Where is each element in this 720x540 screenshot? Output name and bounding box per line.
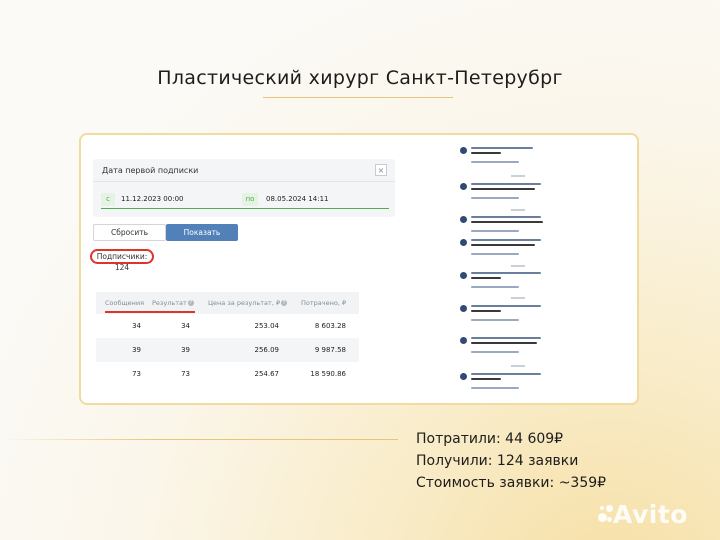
show-button[interactable]: Показать	[166, 224, 238, 241]
table-row: 39 39 256.09 9 987.58	[96, 338, 359, 362]
date-range-field[interactable]: с 11.12.2023 00:00 по 08.05.2024 14:11	[101, 193, 389, 209]
table-cell: 34	[181, 322, 190, 330]
date-from-label: с	[101, 193, 115, 206]
table-row: 73 73 254.67 18 590.86	[96, 362, 359, 386]
close-icon[interactable]: ×	[375, 164, 387, 176]
stat-received: Получили: 124 заявки	[416, 453, 579, 469]
stat-spent: Потратили: 44 609₽	[416, 431, 564, 447]
avatar	[460, 239, 467, 246]
table-cell: 39	[132, 346, 141, 354]
stat-cost: Стоимость заявки: ~359₽	[416, 475, 607, 491]
avatar	[460, 373, 467, 380]
help-icon[interactable]: ?	[281, 300, 288, 306]
stats-block: Потратили: 44 609₽ Получили: 124 заявки …	[416, 428, 606, 494]
table-cell: 34	[132, 322, 141, 330]
table-cell: 39	[181, 346, 190, 354]
column-header-result: Результат?	[152, 299, 194, 307]
table-cell: 254.67	[254, 370, 280, 378]
avatar	[460, 272, 467, 279]
avatar	[460, 216, 467, 223]
chat-screenshot	[455, 141, 583, 397]
result-underline	[105, 311, 195, 313]
avatar	[460, 183, 467, 190]
column-header-spent: Потрачено, ₽	[301, 299, 347, 307]
page-title: Пластический хирург Санкт-Петерубрг	[157, 67, 563, 89]
table-cell: 256.09	[254, 346, 280, 354]
table-cell: 253.04	[254, 322, 280, 330]
filter-header: Дата первой подписки ×	[93, 159, 395, 182]
table-cell: 73	[181, 370, 190, 378]
date-to-label: по	[242, 193, 258, 206]
table-row: 34 34 253.04 8 603.28	[96, 314, 359, 338]
table-cell: 8 603.28	[314, 322, 346, 330]
table-cell: 9 987.58	[314, 346, 346, 354]
column-header-cost-per-result: Цена за результат, ₽?	[208, 299, 288, 307]
date-to-value[interactable]: 08.05.2024 14:11	[266, 193, 328, 206]
column-header-messages: Сообщения	[105, 299, 145, 307]
filter-title: Дата первой подписки	[102, 166, 199, 175]
bottom-divider	[0, 439, 398, 440]
avito-watermark: Avito	[613, 500, 688, 529]
results-table: Сообщения Результат? Цена за результат, …	[96, 292, 359, 386]
reset-button[interactable]: Сбросить	[93, 224, 166, 241]
title-divider	[263, 97, 453, 98]
avatar	[460, 337, 467, 344]
help-icon[interactable]: ?	[187, 300, 194, 306]
table-cell: 18 590.86	[310, 370, 346, 378]
avatar	[460, 147, 467, 154]
date-from-value[interactable]: 11.12.2023 00:00	[121, 193, 183, 206]
subscribers-count: Подписчики: 124	[90, 249, 154, 272]
avatar	[460, 305, 467, 312]
table-cell: 73	[132, 370, 141, 378]
